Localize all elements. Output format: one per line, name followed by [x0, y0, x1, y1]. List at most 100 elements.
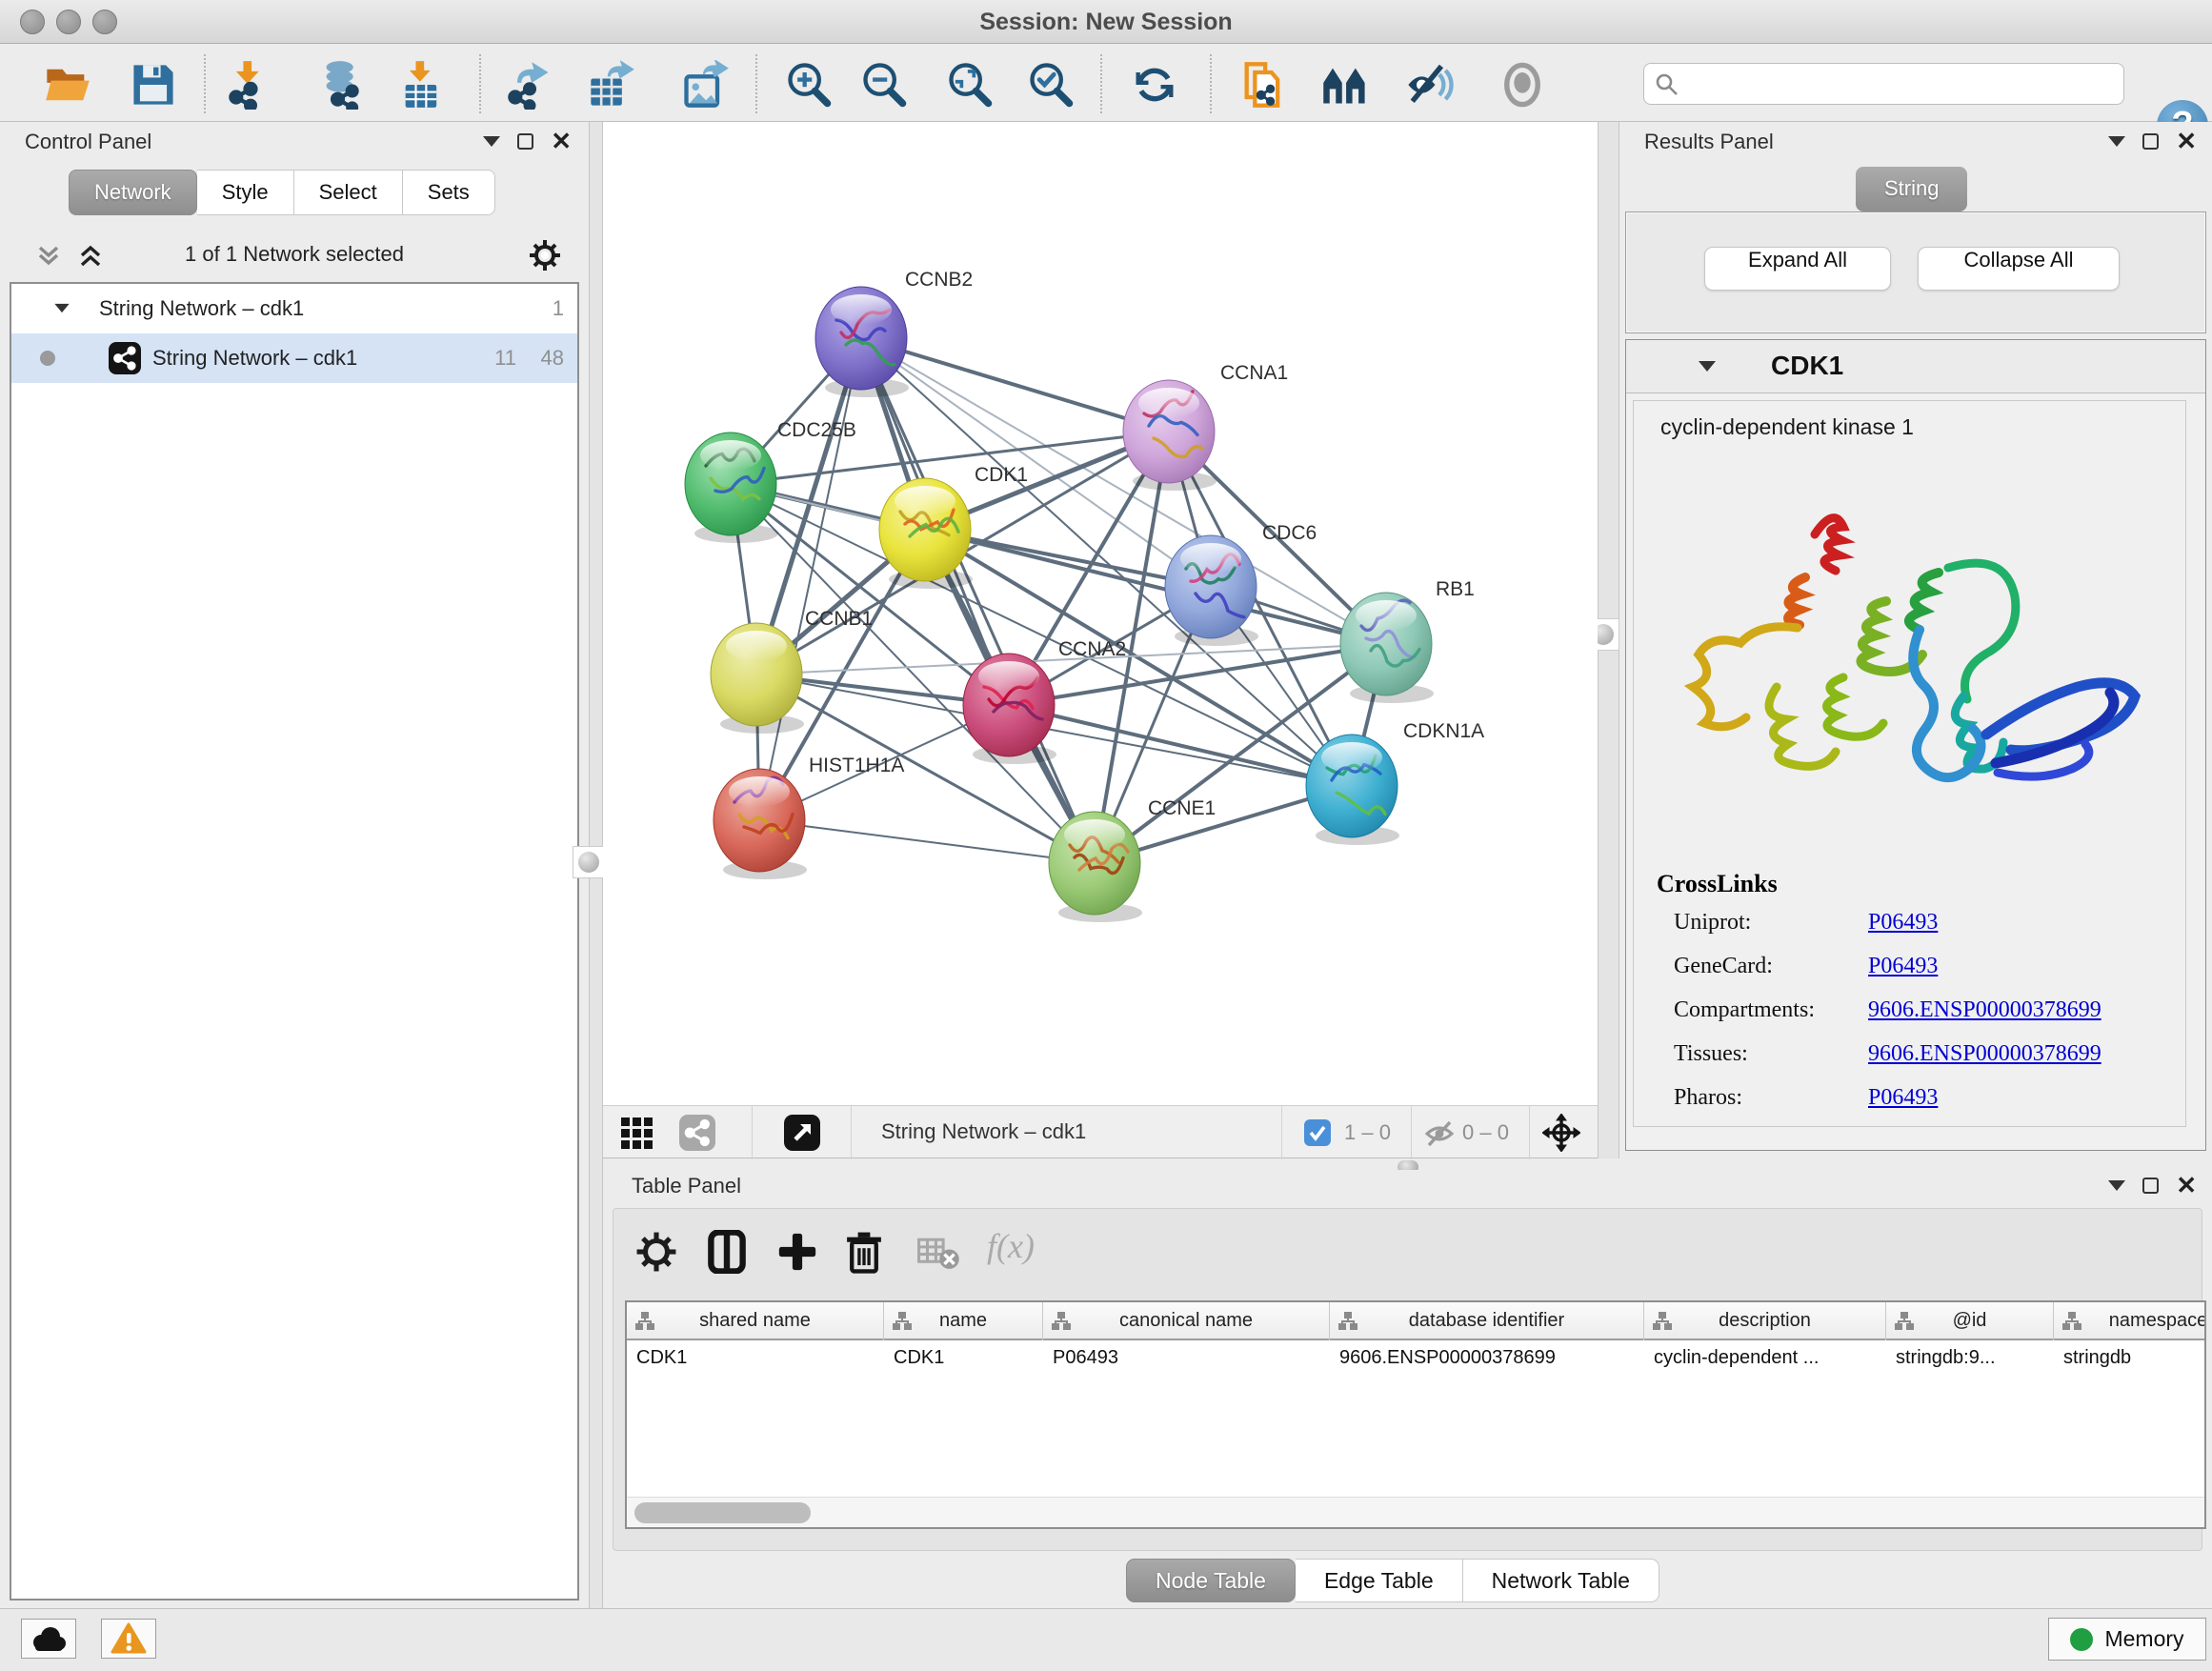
table-cell[interactable]: CDK1 — [884, 1340, 1043, 1377]
open-session-icon[interactable] — [43, 60, 92, 110]
scrollbar-thumb[interactable] — [634, 1502, 811, 1523]
network-collection-row[interactable]: String Network – cdk1 1 — [11, 284, 577, 333]
memory-button[interactable]: Memory — [2048, 1618, 2206, 1661]
memory-status-dot — [2070, 1628, 2093, 1651]
table-cell[interactable]: stringdb:9... — [1886, 1340, 2054, 1377]
birds-eye-view-icon[interactable] — [620, 1117, 654, 1151]
zoom-selected-icon[interactable] — [1026, 60, 1076, 110]
hide-graphics-icon[interactable] — [1404, 60, 1454, 110]
cloud-button[interactable] — [21, 1619, 76, 1659]
table-cell[interactable]: P06493 — [1043, 1340, 1330, 1377]
delete-column-icon[interactable] — [842, 1230, 886, 1274]
left-splitter-handle[interactable] — [573, 846, 605, 878]
crosslink-link[interactable]: 9606.ENSP00000378699 — [1868, 997, 2101, 1022]
export-image-icon[interactable] — [680, 60, 730, 110]
protein-structure-image — [1662, 458, 2158, 858]
table-cell[interactable]: CDK1 — [627, 1340, 884, 1377]
refresh-icon[interactable] — [1130, 60, 1179, 110]
network-node-CCNE1[interactable] — [1049, 812, 1142, 922]
show-columns-icon[interactable] — [705, 1230, 749, 1274]
import-network-database-icon[interactable] — [319, 60, 369, 110]
show-graphics-icon[interactable] — [1498, 60, 1547, 110]
network-node-CDKN1A[interactable] — [1306, 735, 1399, 845]
accordion-expand-icon[interactable] — [1699, 361, 1716, 372]
network-row-selected[interactable]: String Network – cdk1 11 48 — [11, 333, 577, 383]
column-header-database-identifier[interactable]: database identifier — [1330, 1302, 1644, 1340]
tab-style[interactable]: Style — [197, 170, 294, 215]
table-cell[interactable]: 9606.ENSP00000378699 — [1330, 1340, 1644, 1377]
network-node-CCNB2[interactable] — [815, 287, 909, 397]
network-node-CCNB1[interactable] — [711, 623, 804, 734]
export-network-icon[interactable] — [505, 60, 554, 110]
collapse-all-button[interactable]: Collapse All — [1918, 247, 2120, 291]
export-table-icon[interactable] — [587, 60, 636, 110]
expand-all-button[interactable]: Expand All — [1704, 247, 1891, 291]
panel-float-icon[interactable] — [517, 133, 533, 150]
gear-icon[interactable] — [528, 238, 562, 272]
panel-float-icon[interactable] — [2142, 1178, 2159, 1194]
tab-network-table[interactable]: Network Table — [1463, 1559, 1659, 1602]
table-row[interactable]: CDK1CDK1P064939606.ENSP00000378699cyclin… — [627, 1340, 2204, 1377]
network-canvas[interactable]: CCNB2CCNA1CDC25BCDK1CDC6RB1CCNB1CCNA2CDK… — [603, 122, 1598, 1105]
network-overview-icon[interactable] — [1320, 60, 1370, 110]
crosslink-link[interactable]: P06493 — [1868, 954, 1938, 978]
column-header-description[interactable]: description — [1644, 1302, 1886, 1340]
panel-close-icon[interactable]: ✕ — [551, 133, 572, 150]
gene-accordion-header[interactable]: CDK1 — [1626, 340, 2205, 393]
crosslink-link[interactable]: 9606.ENSP00000378699 — [1868, 1041, 2101, 1066]
open-in-window-icon[interactable] — [784, 1115, 820, 1151]
zoom-out-icon[interactable] — [859, 60, 909, 110]
network-node-RB1[interactable] — [1340, 593, 1434, 703]
selected-checkbox-icon[interactable] — [1304, 1119, 1331, 1146]
zoom-fit-icon[interactable] — [945, 60, 995, 110]
crosslink-link[interactable]: P06493 — [1868, 910, 1938, 935]
tab-select[interactable]: Select — [294, 170, 403, 215]
panel-close-icon[interactable]: ✕ — [2176, 1178, 2197, 1194]
tab-node-table[interactable]: Node Table — [1126, 1559, 1296, 1602]
network-node-CCNA2[interactable] — [963, 654, 1056, 764]
network-node-CCNA1[interactable] — [1123, 380, 1217, 491]
main-toolbar: ? — [0, 45, 2212, 122]
column-header-shared-name[interactable]: shared name — [627, 1302, 884, 1340]
control-panel-title: Control Panel — [25, 130, 151, 154]
panel-collapse-icon[interactable] — [2108, 136, 2125, 147]
save-session-icon[interactable] — [129, 60, 178, 110]
tree-expand-icon[interactable] — [54, 304, 69, 312]
table-cell[interactable]: cyclin-dependent ... — [1644, 1340, 1886, 1377]
network-edge[interactable] — [861, 338, 1095, 863]
import-network-file-icon[interactable] — [226, 60, 275, 110]
table-gear-icon[interactable] — [634, 1230, 678, 1274]
column-header-name[interactable]: name — [884, 1302, 1043, 1340]
tab-edge-table[interactable]: Edge Table — [1296, 1559, 1463, 1602]
current-network-dot — [40, 351, 55, 366]
network-edge[interactable] — [759, 820, 1095, 863]
network-edge[interactable] — [861, 338, 1169, 432]
column-header-@id[interactable]: @id — [1886, 1302, 2054, 1340]
column-header-namespace[interactable]: namespace — [2054, 1302, 2206, 1340]
panel-collapse-icon[interactable] — [2108, 1180, 2125, 1191]
network-node-HIST1H1A[interactable] — [714, 769, 807, 879]
panel-collapse-icon[interactable] — [483, 136, 500, 147]
crosslink-link[interactable]: P06493 — [1868, 1085, 1938, 1110]
import-table-file-icon[interactable] — [397, 60, 447, 110]
column-header-canonical-name[interactable]: canonical name — [1043, 1302, 1330, 1340]
zoom-in-icon[interactable] — [784, 60, 834, 110]
fit-selected-crosshair-icon[interactable] — [1542, 1114, 1580, 1152]
network-edge[interactable] — [759, 338, 861, 820]
crosslink-label: GeneCard: — [1657, 954, 1868, 979]
network-node-CDC25B[interactable] — [685, 433, 778, 543]
network-edge[interactable] — [1009, 705, 1352, 786]
table-cell[interactable]: stringdb — [2054, 1340, 2206, 1377]
table-horizontal-scrollbar[interactable] — [627, 1497, 2204, 1527]
panel-float-icon[interactable] — [2142, 133, 2159, 150]
string-style-icon[interactable] — [679, 1115, 715, 1151]
panel-close-icon[interactable]: ✕ — [2176, 133, 2197, 150]
tab-network[interactable]: Network — [69, 170, 197, 215]
tab-sets[interactable]: Sets — [403, 170, 495, 215]
warnings-button[interactable] — [101, 1619, 156, 1659]
network-node-CDK1[interactable] — [879, 478, 973, 589]
tab-string[interactable]: String — [1856, 167, 1967, 211]
clone-network-icon[interactable] — [1238, 60, 1288, 110]
search-input[interactable] — [1688, 66, 2117, 102]
add-column-icon[interactable] — [775, 1230, 819, 1274]
